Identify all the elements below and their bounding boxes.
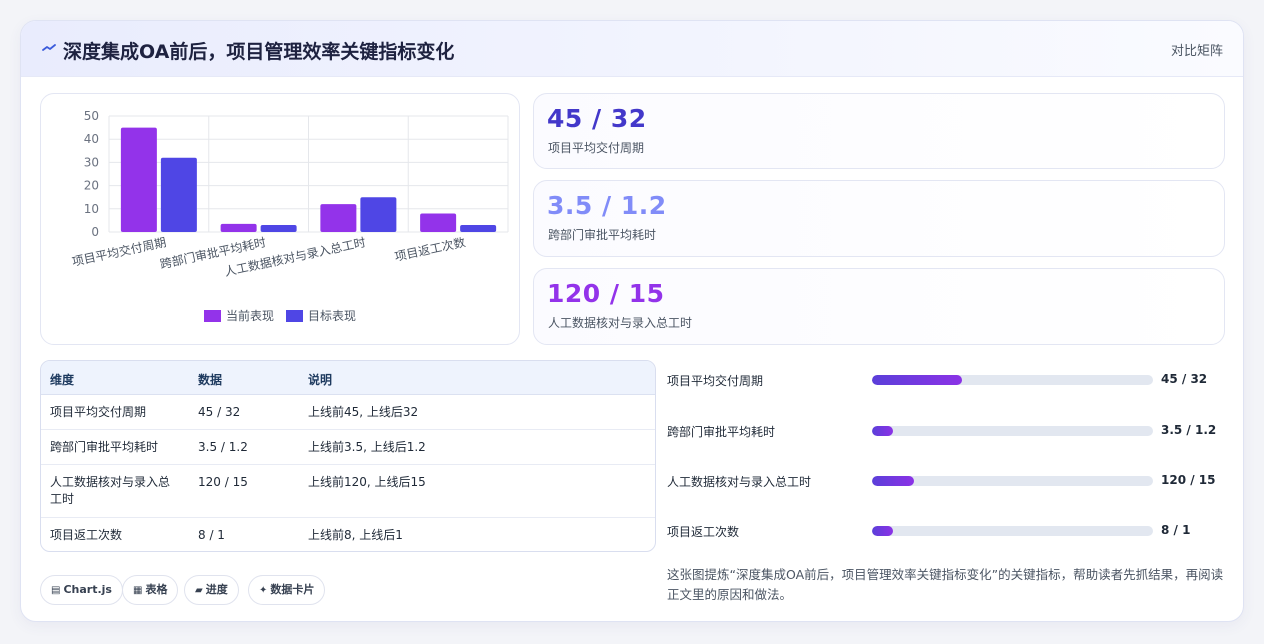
kpi-value: 3.5 / 1.2	[547, 191, 667, 220]
table-cell: 上线前45, 上线后32	[308, 405, 419, 419]
progress-track	[872, 476, 1153, 486]
kpi-card-delivery: 45 / 32 项目平均交付周期	[533, 93, 1225, 169]
column-header-data: 数据	[198, 373, 223, 387]
progress-value: 8 / 1	[1161, 523, 1191, 537]
page-title: 深度集成OA前后，项目管理效率关键指标变化	[63, 41, 455, 63]
bar	[160, 157, 197, 232]
bar-chart: 01020304050项目平均交付周期跨部门审批平均耗时人工数据核对与录入总工时…	[70, 109, 509, 323]
column-header-description: 说明	[308, 373, 333, 387]
table-icon: ▦	[133, 585, 143, 596]
table-cell: 人工数据核对与录入总工时	[50, 475, 171, 506]
kpi-label: 项目平均交付周期	[548, 141, 645, 155]
kpi-card-hours: 120 / 15 人工数据核对与录入总工时	[533, 268, 1225, 345]
table-cell: 120 / 15	[198, 475, 248, 489]
table-header: 维度 数据 说明	[41, 361, 655, 395]
progress-row: 项目平均交付周期 45 / 32	[667, 370, 1227, 390]
sparkle-icon: ✦	[259, 585, 268, 596]
chip-label: 表格	[145, 583, 168, 596]
table-row: 跨部门审批平均耗时 3.5 / 1.2 上线前3.5, 上线后1.2	[41, 430, 655, 465]
chip-label: 进度	[205, 583, 228, 596]
table-cell: 项目返工次数	[50, 528, 123, 542]
chart-icon: ▤	[51, 585, 61, 596]
progress-icon: ▰	[195, 585, 203, 596]
progress-label: 项目平均交付周期	[667, 374, 764, 388]
progress-fill	[872, 426, 894, 436]
progress-row: 人工数据核对与录入总工时 120 / 15	[667, 471, 1227, 491]
summary-note: 这张图提炼“深度集成OA前后，项目管理效率关键指标变化”的关键指标，帮助读者先抓…	[667, 567, 1224, 602]
main-card: 深度集成OA前后，项目管理效率关键指标变化 对比矩阵 0 10 20 30 40 50 项目…	[20, 20, 1244, 622]
data-table: 维度 数据 说明 项目平均交付周期 45 / 32 上线前45, 上线后32 跨…	[40, 360, 656, 552]
chip-label: Chart.js	[63, 583, 112, 596]
table-cell: 45 / 32	[198, 405, 241, 419]
table-cell: 上线前8, 上线后1	[308, 528, 403, 542]
kpi-label: 人工数据核对与录入总工时	[548, 316, 693, 330]
table-row: 人工数据核对与录入总工时 120 / 15 上线前120, 上线后15	[41, 465, 655, 518]
progress-label: 跨部门审批平均耗时	[667, 425, 776, 439]
progress-label: 项目返工次数	[667, 525, 740, 539]
legend-label: 目标表现	[308, 309, 356, 323]
bar	[220, 223, 257, 232]
progress-track	[872, 526, 1153, 536]
y-tick-label: 30	[84, 155, 99, 169]
y-tick-label: 20	[84, 179, 99, 193]
progress-row: 项目返工次数 8 / 1	[667, 521, 1227, 541]
legend-swatch	[204, 310, 221, 322]
x-tick-label: 项目返工次数	[393, 234, 467, 264]
progress-value: 45 / 32	[1161, 372, 1208, 386]
x-tick-label: 项目平均交付周期	[70, 234, 167, 269]
progress-fill	[872, 375, 962, 385]
table-cell: 3.5 / 1.2	[198, 440, 248, 454]
table-row: 项目返工次数 8 / 1 上线前8, 上线后1	[41, 518, 655, 551]
trend-icon	[42, 44, 56, 51]
legend-label: 当前表现	[226, 308, 274, 323]
bar	[120, 127, 157, 232]
chip-data-card[interactable]: ✦ 数据卡片	[248, 575, 326, 605]
y-tick-label: 50	[84, 109, 99, 123]
bar	[360, 197, 397, 232]
bar-chart-panel: 0 10 20 30 40 50 项目平均交付周期 跨部门审批平均耗时 人工数据核对与录入总工时…	[40, 93, 520, 345]
legend-swatch	[286, 310, 303, 322]
kpi-value: 120 / 15	[547, 279, 665, 308]
table-cell: 跨部门审批平均耗时	[50, 440, 159, 454]
y-tick-label: 0	[91, 225, 99, 239]
bar	[320, 204, 357, 232]
bar	[260, 225, 297, 232]
progress-track	[872, 426, 1153, 436]
progress-value: 3.5 / 1.2	[1161, 423, 1217, 437]
matrix-label: 对比矩阵	[1170, 44, 1223, 59]
kpi-value: 45 / 32	[547, 104, 647, 133]
progress-label: 人工数据核对与录入总工时	[667, 475, 812, 489]
kpi-label: 跨部门审批平均耗时	[548, 228, 657, 242]
progress-track	[872, 375, 1153, 385]
chip-progress[interactable]: ▰ 进度	[184, 575, 239, 605]
column-header-dimension: 维度	[50, 373, 75, 387]
y-tick-label: 40	[84, 132, 99, 146]
chip-chartjs[interactable]: ▤ Chart.js	[40, 575, 123, 605]
chip-table[interactable]: ▦ 表格	[122, 575, 179, 605]
bar	[420, 213, 457, 232]
table-cell: 上线前3.5, 上线后1.2	[308, 440, 426, 454]
table-cell: 上线前120, 上线后15	[308, 475, 426, 489]
progress-value: 120 / 15	[1161, 473, 1216, 487]
y-tick-label: 10	[84, 202, 99, 216]
table-row: 项目平均交付周期 45 / 32 上线前45, 上线后32	[41, 395, 655, 430]
card-header: 深度集成OA前后，项目管理效率关键指标变化 对比矩阵	[21, 21, 1243, 77]
progress-fill	[872, 476, 915, 486]
bar	[460, 225, 497, 232]
table-cell: 项目平均交付周期	[50, 405, 147, 419]
progress-fill	[872, 526, 894, 536]
kpi-card-approval: 3.5 / 1.2 跨部门审批平均耗时	[533, 180, 1225, 257]
chip-label: 数据卡片	[270, 583, 315, 596]
table-cell: 8 / 1	[198, 528, 225, 542]
progress-row: 跨部门审批平均耗时 3.5 / 1.2	[667, 421, 1227, 441]
